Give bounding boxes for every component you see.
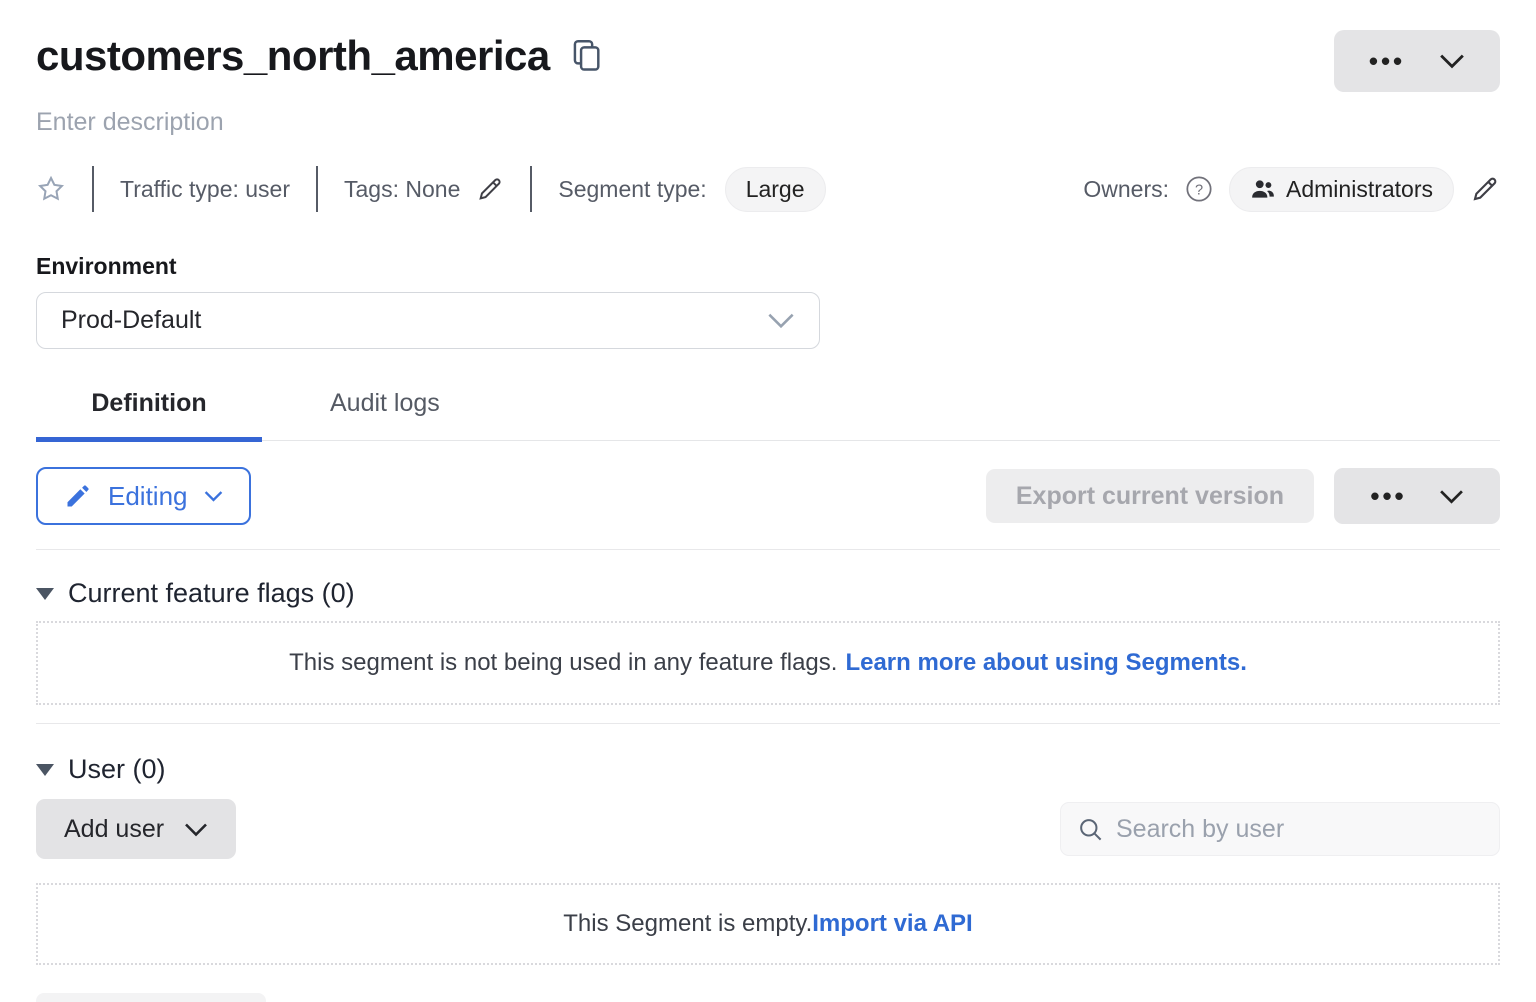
user-section-title: User (0) [68, 754, 166, 785]
tabbar: Definition Audit logs [36, 389, 1500, 441]
feature-flags-section-header[interactable]: Current feature flags (0) [36, 578, 355, 609]
chevron-down-icon [1439, 53, 1465, 69]
page-title: customers_north_america [36, 30, 550, 82]
help-icon[interactable]: ? [1185, 175, 1213, 203]
caret-down-icon [36, 764, 54, 776]
chevron-down-icon [204, 490, 223, 502]
owners-label: Owners: [1083, 176, 1169, 203]
owners-value: Administrators [1286, 176, 1433, 203]
learn-more-link[interactable]: Learn more about using Segments. [845, 649, 1246, 677]
environment-selected-value: Prod-Default [61, 306, 201, 335]
user-section-header[interactable]: User (0) [36, 754, 166, 785]
segment-type-value: Large [746, 176, 805, 203]
user-search-field[interactable] [1060, 802, 1500, 856]
tab-audit-logs[interactable]: Audit logs [320, 389, 450, 440]
pencil-icon [64, 482, 92, 510]
segment-type-badge: Large [725, 167, 826, 212]
svg-text:?: ? [1195, 182, 1203, 198]
tab-definition[interactable]: Definition [36, 389, 262, 440]
ellipsis-icon: ••• [1369, 51, 1405, 71]
caret-down-icon [36, 588, 54, 600]
tags-label: Tags: None [344, 176, 460, 203]
cutoff-element [36, 993, 266, 1002]
add-user-label: Add user [64, 815, 164, 844]
divider [36, 549, 1500, 550]
user-toolbar: Add user [36, 799, 1500, 859]
add-user-button[interactable]: Add user [36, 799, 236, 859]
search-by-user-input[interactable] [1116, 815, 1483, 844]
description-placeholder[interactable]: Enter description [36, 108, 1500, 137]
editing-mode-button[interactable]: Editing [36, 467, 251, 525]
meta-row: Traffic type: user Tags: None Segment ty… [36, 165, 1500, 213]
search-icon [1077, 816, 1104, 843]
feature-flags-section-title: Current feature flags (0) [68, 578, 355, 609]
chevron-down-icon [1439, 489, 1464, 504]
divider [92, 166, 94, 212]
header: customers_north_america ••• [36, 30, 1500, 92]
segment-empty-text: This Segment is empty. [563, 910, 812, 938]
segment-type-label: Segment type: [558, 176, 706, 203]
header-more-menu-button[interactable]: ••• [1334, 30, 1500, 92]
traffic-type-label: Traffic type: user [120, 176, 290, 203]
environment-label: Environment [36, 253, 1500, 280]
definition-toolbar: Editing Export current version ••• [36, 467, 1500, 525]
divider [316, 166, 318, 212]
import-via-api-link[interactable]: Import via API [812, 910, 972, 938]
copy-icon[interactable] [570, 37, 602, 75]
chevron-down-icon [767, 312, 795, 329]
edit-owners-icon[interactable] [1470, 174, 1500, 204]
divider [530, 166, 532, 212]
editing-label: Editing [108, 481, 188, 512]
people-icon [1250, 176, 1276, 202]
owners-badge[interactable]: Administrators [1229, 167, 1454, 212]
star-icon[interactable] [36, 174, 66, 204]
ellipsis-icon: ••• [1370, 486, 1406, 506]
feature-flags-empty-text: This segment is not being used in any fe… [289, 649, 837, 677]
definition-more-menu-button[interactable]: ••• [1334, 468, 1500, 524]
environment-select[interactable]: Prod-Default [36, 292, 820, 349]
export-current-version-button[interactable]: Export current version [986, 469, 1314, 523]
user-empty-state: This Segment is empty. Import via API [36, 883, 1500, 965]
divider [36, 723, 1500, 724]
chevron-down-icon [184, 822, 208, 837]
edit-tags-icon[interactable] [476, 175, 504, 203]
feature-flags-empty-state: This segment is not being used in any fe… [36, 621, 1500, 705]
segment-detail-page: customers_north_america ••• Enter descri… [0, 0, 1536, 1002]
